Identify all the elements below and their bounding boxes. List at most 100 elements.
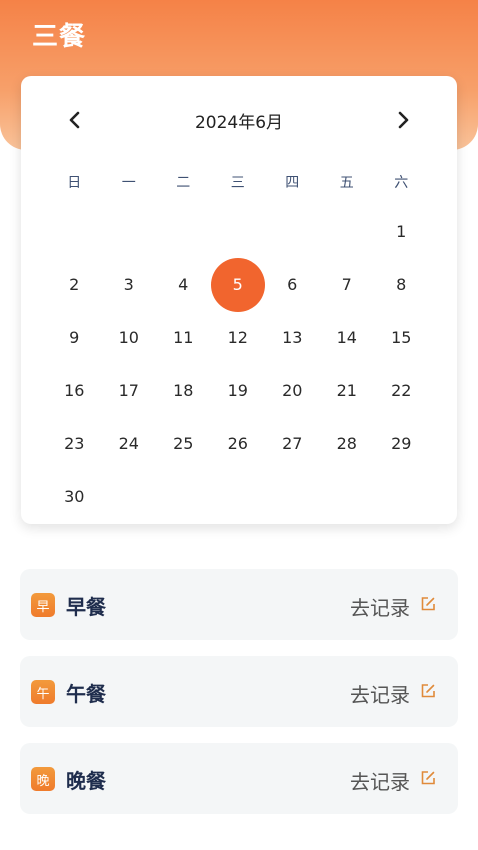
calendar-day-number: 15 [391,328,412,347]
calendar-day-number: 21 [336,381,357,400]
meal-card-breakfast[interactable]: 早 早餐 去记录 [20,569,458,640]
record-link[interactable]: 去记录 [350,766,410,795]
weekday-label: 六 [394,175,409,191]
calendar-day[interactable]: 19 [211,364,266,417]
calendar-day-number: 11 [173,328,194,347]
calendar-empty-cell [102,470,157,523]
calendar-day-number: 20 [282,381,303,400]
calendar-day-number: 23 [64,434,85,453]
lunch-badge: 午 [31,680,55,704]
calendar-day[interactable]: 15 [374,311,429,364]
calendar-empty-cell [211,470,266,523]
edit-icon[interactable] [420,770,436,786]
calendar-day[interactable]: 23 [47,417,102,470]
calendar-day[interactable]: 14 [320,311,375,364]
weekday-label: 五 [339,175,354,191]
chevron-right-icon [398,111,409,129]
calendar-day[interactable]: 25 [156,417,211,470]
calendar-empty-cell [320,470,375,523]
calendar-day[interactable]: 29 [374,417,429,470]
calendar-day-number: 2 [69,275,80,294]
calendar-empty-cell [374,470,429,523]
calendar-day[interactable]: 17 [102,364,157,417]
meal-card-dinner[interactable]: 晚 晚餐 去记录 [20,743,458,814]
calendar-day[interactable]: 21 [320,364,375,417]
calendar-day[interactable]: 4 [156,258,211,311]
calendar-day[interactable]: 3 [102,258,157,311]
weekday-label: 日 [67,175,82,191]
calendar-empty-cell [102,205,157,258]
calendar-empty-cell [265,470,320,523]
edit-icon[interactable] [420,683,436,699]
calendar-day-number: 27 [282,434,303,453]
calendar-day-number: 13 [282,328,303,347]
calendar-empty-cell [47,205,102,258]
meal-name: 晚餐 [66,769,106,793]
calendar-day-number: 8 [396,275,407,294]
calendar-day[interactable]: 16 [47,364,102,417]
calendar-empty-cell [156,470,211,523]
calendar-week-row: 2 3 4 5 6 7 8 [47,257,431,312]
calendar-day-number: 17 [118,381,139,400]
calendar-day[interactable]: 1 [374,205,429,258]
calendar-day[interactable]: 22 [374,364,429,417]
record-link[interactable]: 去记录 [350,679,410,708]
calendar-day-number: 25 [173,434,194,453]
meal-card-lunch[interactable]: 午 午餐 去记录 [20,656,458,727]
calendar-empty-cell [265,205,320,258]
app-title: 三餐 [32,22,87,52]
calendar-day[interactable]: 20 [265,364,320,417]
calendar-week-row: 9 10 11 12 13 14 15 [47,311,431,364]
record-link[interactable]: 去记录 [350,592,410,621]
calendar-day-number: 26 [227,434,248,453]
calendar-day[interactable]: 26 [211,417,266,470]
calendar-day-number: 3 [123,275,134,294]
calendar-day-number: 28 [336,434,357,453]
weekday-header: 日 一 二 三 四 五 六 [47,172,431,192]
calendar-day-number: 12 [227,328,248,347]
calendar-day-number: 9 [69,328,80,347]
calendar-day-number: 29 [391,434,412,453]
next-month-button[interactable] [389,106,417,134]
calendar-week-row: 30 [47,470,431,523]
weekday-label: 一 [121,175,136,191]
calendar-day-number: 10 [118,328,139,347]
edit-icon[interactable] [420,596,436,612]
calendar-day[interactable]: 12 [211,311,266,364]
breakfast-badge: 早 [31,593,55,617]
weekday-label: 三 [230,175,245,191]
calendar-day-number: 16 [64,381,85,400]
dinner-badge: 晚 [31,767,55,791]
calendar-day[interactable]: 2 [47,258,102,311]
calendar-day-number: 30 [64,487,85,506]
calendar-day-number: 19 [227,381,248,400]
calendar-empty-cell [156,205,211,258]
calendar-days-grid: 1 2 3 4 5 6 7 8 9 10 11 12 13 14 15 16 17 18 19 20 21 22 23 24 2… [47,205,431,523]
calendar-card: 2024年6月 日 一 二 三 四 五 六 1 2 3 4 5 6 7 8 9 10 11 12 13 1… [21,76,457,524]
calendar-day[interactable]: 6 [265,258,320,311]
calendar-day[interactable]: 28 [320,417,375,470]
calendar-day[interactable]: 18 [156,364,211,417]
meal-name: 早餐 [66,595,106,619]
calendar-day-number: 14 [336,328,357,347]
calendar-day[interactable]: 30 [47,470,102,523]
calendar-day-selected[interactable]: 5 [210,257,266,312]
calendar-day-number: 4 [178,275,189,294]
calendar-empty-cell [320,205,375,258]
calendar-day[interactable]: 27 [265,417,320,470]
calendar-day-number: 5 [210,257,265,312]
calendar-day-number: 6 [287,275,298,294]
calendar-week-row: 23 24 25 26 27 28 29 [47,417,431,470]
calendar-day[interactable]: 24 [102,417,157,470]
calendar-day[interactable]: 10 [102,311,157,364]
calendar-day[interactable]: 11 [156,311,211,364]
calendar-week-row: 1 [47,205,431,258]
meal-name: 午餐 [66,682,106,706]
calendar-day[interactable]: 13 [265,311,320,364]
calendar-header: 2024年6月 [21,76,457,166]
calendar-day[interactable]: 7 [320,258,375,311]
calendar-day[interactable]: 8 [374,258,429,311]
calendar-empty-cell [211,205,266,258]
calendar-day-number: 22 [391,381,412,400]
calendar-day[interactable]: 9 [47,311,102,364]
